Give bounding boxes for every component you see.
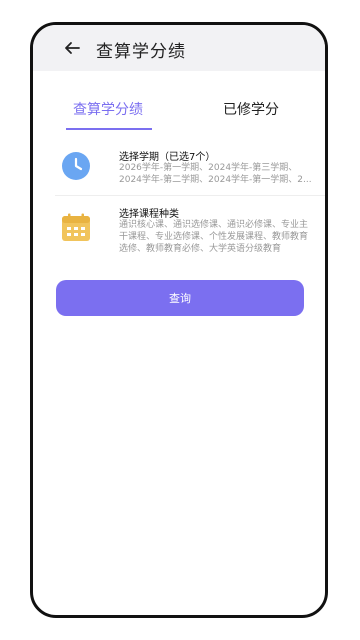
active-tab-indicator (66, 128, 152, 130)
select-course-type-title: 选择课程种类 (119, 209, 179, 220)
query-button[interactable]: 查询 (56, 280, 304, 316)
page-title: 查算学分绩 (96, 42, 186, 62)
select-term-title: 选择学期（已选7个） (119, 152, 216, 163)
select-term-row[interactable]: 选择学期（已选7个） 2026学年-第一学期、2024学年-第三学期、 2024… (33, 142, 325, 198)
arrow-left-icon[interactable] (63, 39, 81, 57)
phone-frame: 查算学分绩 查算学分绩 已修学分 选择学期（已选7个） 2026学年-第一学期、… (30, 22, 328, 618)
selected-terms-text: 2026学年-第一学期、2024学年-第三学期、 2024学年-第二学期、202… (119, 163, 312, 185)
select-course-type-row[interactable]: 选择课程种类 通识核心课、通识选修课、通识必修课、专业主 干课程、专业选修课、个… (33, 201, 325, 261)
app-header: 查算学分绩 (33, 25, 325, 71)
row-divider (55, 195, 325, 196)
clock-icon (61, 151, 91, 181)
calendar-icon (61, 213, 91, 243)
tab-earned-credits[interactable]: 已修学分 (223, 99, 279, 119)
selected-course-types-text: 通识核心课、通识选修课、通识必修课、专业主 干课程、专业选修课、个性发展课程、教… (119, 220, 309, 254)
tab-calc-credits[interactable]: 查算学分绩 (73, 99, 143, 119)
